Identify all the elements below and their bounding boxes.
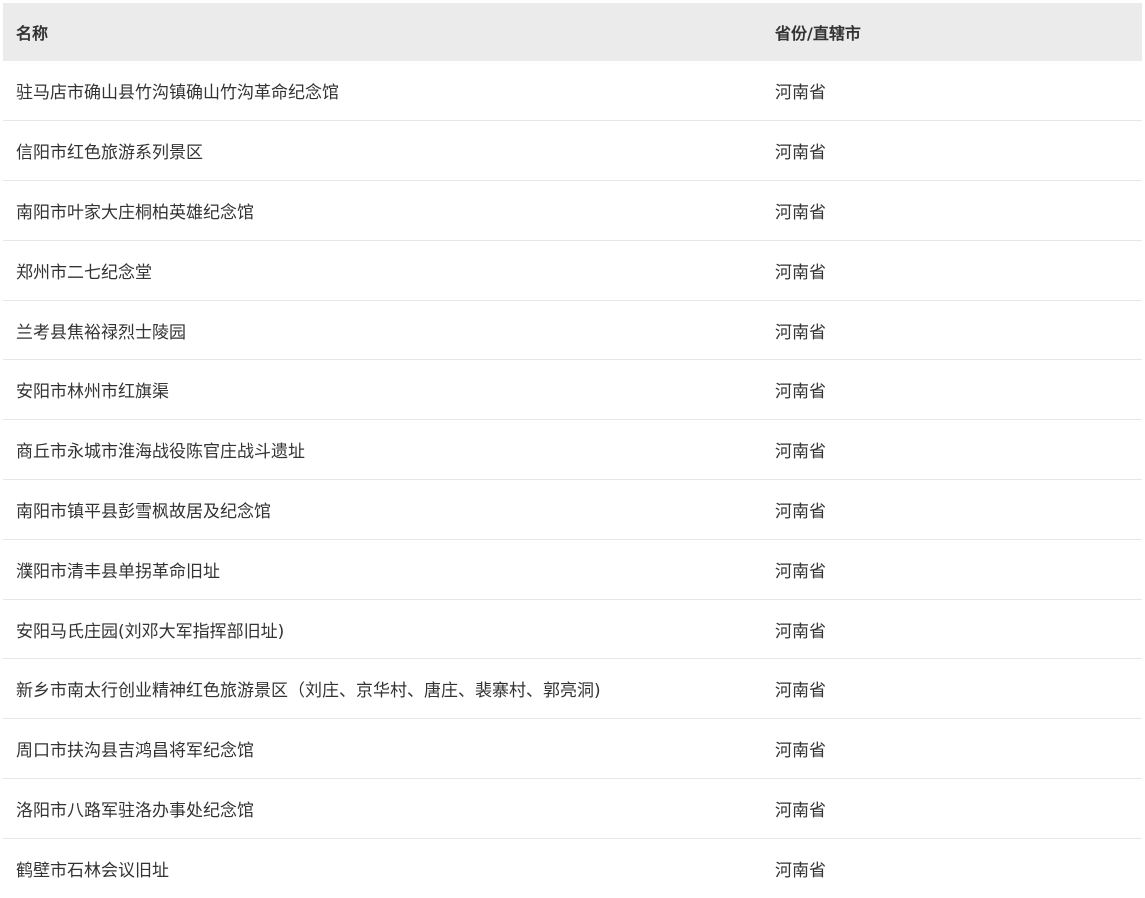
table-row[interactable]: 洛阳市八路军驻洛办事处纪念馆 河南省 — [3, 779, 1142, 839]
cell-name: 安阳马氏庄园(刘邓大军指挥部旧址) — [16, 621, 285, 642]
cell-name: 新乡市南太行创业精神红色旅游景区（刘庄、京华村、唐庄、裴寨村、郭亮洞) — [16, 681, 601, 702]
table-row[interactable]: 新乡市南太行创业精神红色旅游景区（刘庄、京华村、唐庄、裴寨村、郭亮洞) 河南省 — [3, 659, 1142, 719]
cell-province: 河南省 — [775, 561, 826, 582]
cell-name: 鹤壁市石林会议旧址 — [16, 861, 169, 881]
cell-province: 河南省 — [775, 861, 826, 881]
cell-province: 河南省 — [775, 83, 826, 104]
cell-province: 河南省 — [775, 442, 826, 463]
cell-name: 信阳市红色旅游系列景区 — [16, 143, 203, 164]
table-row[interactable]: 商丘市永城市淮海战役陈官庄战斗遗址 河南省 — [3, 420, 1142, 480]
table-row[interactable]: 信阳市红色旅游系列景区 河南省 — [3, 121, 1142, 181]
column-header-name[interactable]: 名称 — [3, 3, 762, 61]
table-row[interactable]: 南阳市镇平县彭雪枫故居及纪念馆 河南省 — [3, 480, 1142, 540]
table-row[interactable]: 安阳马氏庄园(刘邓大军指挥部旧址) 河南省 — [3, 599, 1142, 659]
table-row[interactable]: 濮阳市清丰县单拐革命旧址 河南省 — [3, 539, 1142, 600]
cell-province: 河南省 — [775, 322, 826, 343]
cell-province: 河南省 — [775, 202, 826, 223]
cell-name: 南阳市叶家大庄桐柏英雄纪念馆 — [16, 202, 254, 223]
table-row[interactable]: 兰考县焦裕禄烈士陵园 河南省 — [3, 300, 1142, 360]
cell-province: 河南省 — [775, 681, 826, 702]
cell-province: 河南省 — [775, 800, 826, 821]
cell-province: 河南省 — [775, 741, 826, 762]
table-row[interactable]: 鹤壁市石林会议旧址 河南省 — [3, 838, 1142, 898]
table-row[interactable]: 周口市扶沟县吉鸿昌将军纪念馆 河南省 — [3, 719, 1142, 779]
cell-name: 驻马店市确山县竹沟镇确山竹沟革命纪念馆 — [16, 83, 339, 104]
cell-name: 洛阳市八路军驻洛办事处纪念馆 — [16, 800, 254, 821]
cell-province: 河南省 — [775, 262, 826, 283]
cell-name: 南阳市镇平县彭雪枫故居及纪念馆 — [16, 501, 271, 522]
column-header-province[interactable]: 省份/直辖市 — [762, 3, 1142, 61]
cell-name: 郑州市二七纪念堂 — [16, 262, 152, 283]
cell-name: 商丘市永城市淮海战役陈官庄战斗遗址 — [16, 442, 305, 463]
cell-province: 河南省 — [775, 382, 826, 403]
table-row[interactable]: 安阳市林州市红旗渠 河南省 — [3, 360, 1142, 420]
cell-name: 兰考县焦裕禄烈士陵园 — [16, 322, 186, 343]
sites-table: 名称 省份/直辖市 驻马店市确山县竹沟镇确山竹沟革命纪念馆 河南省 信阳市红色旅… — [3, 3, 1142, 898]
cell-province: 河南省 — [775, 501, 826, 522]
cell-name: 安阳市林州市红旗渠 — [16, 382, 169, 403]
table-row[interactable]: 南阳市叶家大庄桐柏英雄纪念馆 河南省 — [3, 181, 1142, 241]
table-row[interactable]: 驻马店市确山县竹沟镇确山竹沟革命纪念馆 河南省 — [3, 61, 1142, 121]
sites-table-container: 名称 省份/直辖市 驻马店市确山县竹沟镇确山竹沟革命纪念馆 河南省 信阳市红色旅… — [3, 3, 1142, 898]
cell-province: 河南省 — [775, 621, 826, 642]
cell-province: 河南省 — [775, 143, 826, 164]
cell-name: 周口市扶沟县吉鸿昌将军纪念馆 — [16, 741, 254, 762]
table-header-row: 名称 省份/直辖市 — [3, 3, 1142, 61]
cell-name: 濮阳市清丰县单拐革命旧址 — [16, 561, 220, 582]
table-row[interactable]: 郑州市二七纪念堂 河南省 — [3, 240, 1142, 301]
